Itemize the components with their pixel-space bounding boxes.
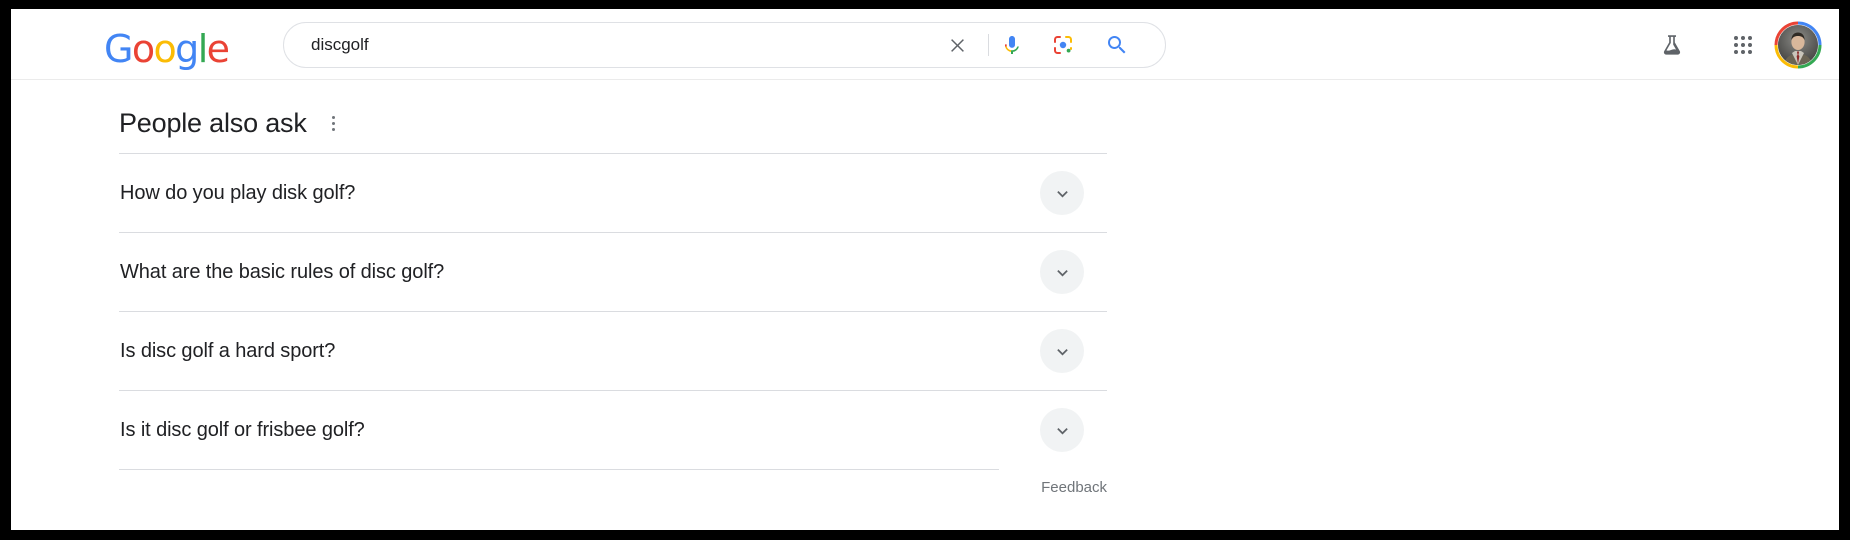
logo-letter-o2: o xyxy=(153,27,177,71)
chevron-down-icon xyxy=(1056,269,1068,276)
flask-icon xyxy=(1663,35,1681,55)
paa-expand-button[interactable] xyxy=(1040,329,1084,373)
paa-question-text: What are the basic rules of disc golf? xyxy=(120,261,445,283)
feedback-link[interactable]: Feedback xyxy=(1041,479,1107,496)
kebab-dot-1 xyxy=(332,115,336,119)
logo-letter-o1: o xyxy=(131,27,155,71)
people-also-ask-footer: Feedback xyxy=(119,469,1107,503)
logo-letter-g1: G xyxy=(104,27,133,71)
search-header: Google xyxy=(11,9,1839,80)
paa-question-row[interactable]: How do you play disk golf? xyxy=(119,153,1107,232)
paa-question-text: Is disc golf a hard sport? xyxy=(120,340,336,362)
kebab-dot-3 xyxy=(332,127,336,131)
search-results-page: Google discgolf People also ask How do y… xyxy=(11,9,1839,530)
paa-expand-button[interactable] xyxy=(1040,408,1084,452)
people-also-ask-title: People also ask xyxy=(119,107,307,138)
main-content: People also ask How do you play disk gol… xyxy=(11,80,1839,530)
browser-frame: Google discgolf People also ask How do y… xyxy=(0,0,1850,540)
paa-question-text: How do you play disk golf? xyxy=(120,182,356,204)
footer-divider xyxy=(119,469,999,470)
google-apps-button[interactable] xyxy=(1723,25,1763,65)
people-also-ask-header: People also ask xyxy=(119,106,343,140)
paa-question-row[interactable]: Is disc golf a hard sport? xyxy=(119,311,1107,390)
chevron-down-icon xyxy=(1056,190,1068,197)
logo-letter-e: e xyxy=(206,27,230,71)
paa-question-text: Is it disc golf or frisbee golf? xyxy=(120,419,365,441)
about-this-result-button[interactable] xyxy=(325,110,343,136)
close-icon xyxy=(950,38,964,52)
paa-question-row[interactable]: What are the basic rules of disc golf? xyxy=(119,232,1107,311)
account-avatar-button[interactable] xyxy=(1774,21,1822,69)
search-submit-button[interactable] xyxy=(1095,23,1139,67)
chevron-down-icon xyxy=(1056,348,1068,355)
voice-search-button[interactable] xyxy=(990,23,1034,67)
avatar xyxy=(1778,25,1818,65)
google-lens-icon xyxy=(1054,36,1072,54)
apps-grid-icon xyxy=(1733,35,1753,55)
paa-expand-button[interactable] xyxy=(1040,171,1084,215)
search-icon xyxy=(1108,36,1126,54)
microphone-icon xyxy=(1004,36,1019,54)
clear-search-button[interactable] xyxy=(935,23,979,67)
kebab-dot-2 xyxy=(332,121,336,125)
logo-letter-g2: g xyxy=(175,27,199,71)
search-input[interactable] xyxy=(311,23,951,67)
google-logo[interactable]: Google xyxy=(104,27,230,71)
paa-expand-button[interactable] xyxy=(1040,250,1084,294)
people-also-ask-list: How do you play disk golf? What are the … xyxy=(119,153,1107,503)
search-divider xyxy=(988,34,989,56)
google-labs-button[interactable] xyxy=(1652,25,1692,65)
chevron-down-icon xyxy=(1056,427,1068,434)
paa-question-row[interactable]: Is it disc golf or frisbee golf? xyxy=(119,390,1107,469)
search-box[interactable] xyxy=(283,22,1166,68)
avatar-photo-icon xyxy=(1778,25,1818,65)
lens-search-button[interactable] xyxy=(1041,23,1085,67)
logo-letter-l: l xyxy=(197,27,209,71)
